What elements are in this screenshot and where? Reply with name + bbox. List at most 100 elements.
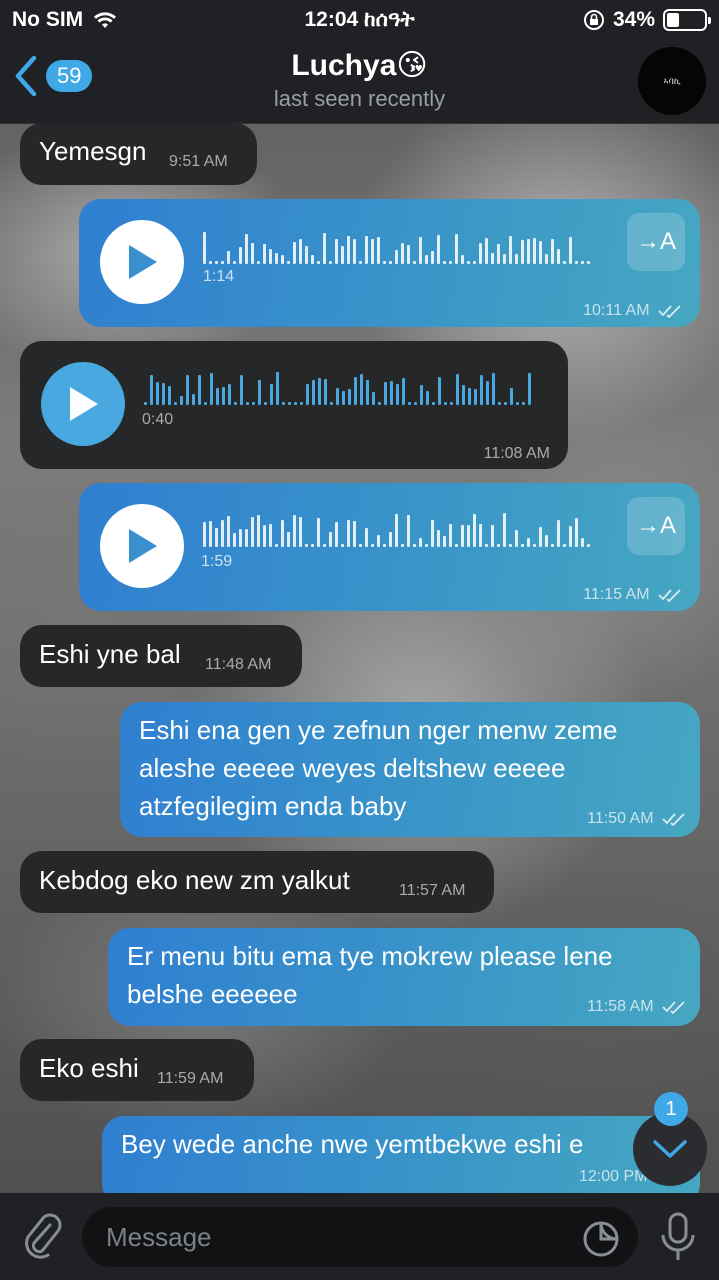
waveform-bar xyxy=(527,239,530,264)
waveform-bar xyxy=(282,402,285,405)
message-bubble-outgoing[interactable]: Er menu bitu ema tye mokrew please lene … xyxy=(108,928,700,1026)
transcribe-button[interactable]: →A xyxy=(627,497,685,555)
waveform-bar xyxy=(311,544,314,547)
waveform-bar xyxy=(449,261,452,264)
time-text: 11:15 AM xyxy=(583,586,650,603)
waveform-bar xyxy=(509,544,512,547)
message-text: Kebdog eko new zm yalkut xyxy=(39,865,350,895)
waveform-bar xyxy=(503,254,506,264)
waveform-bar xyxy=(485,544,488,547)
play-icon xyxy=(129,245,157,279)
message-time: 11:48 AM xyxy=(205,656,272,673)
message-bubble-incoming[interactable]: Eshi yne bal 11:48 AM xyxy=(20,625,302,687)
waveform-bar xyxy=(563,261,566,264)
waveform-bar xyxy=(198,375,201,405)
waveform-bar xyxy=(515,530,518,547)
waveform-bar xyxy=(341,544,344,547)
microphone-icon[interactable] xyxy=(658,1211,698,1263)
voice-waveform xyxy=(144,371,531,405)
waveform-bar xyxy=(450,402,453,405)
voice-message-outgoing[interactable]: 1:59 →A 11:15 AM xyxy=(79,483,700,611)
message-line: atzfegilegim enda baby xyxy=(139,791,407,821)
sticker-icon[interactable] xyxy=(582,1220,620,1258)
chat-title[interactable]: Luchya😘 xyxy=(0,48,719,83)
voice-message-incoming[interactable]: 0:40 11:08 AM xyxy=(20,341,568,469)
waveform-bar xyxy=(516,402,519,405)
waveform-bar xyxy=(473,514,476,547)
voice-waveform xyxy=(203,230,590,264)
waveform-bar xyxy=(234,402,237,405)
waveform-bar xyxy=(455,544,458,547)
play-icon xyxy=(70,387,98,421)
waveform-bar xyxy=(569,237,572,264)
voice-message-outgoing[interactable]: 1:14 →A 10:11 AM xyxy=(79,199,700,327)
waveform-bar xyxy=(449,524,452,547)
double-check-icon xyxy=(662,1001,685,1014)
waveform-bar xyxy=(462,385,465,405)
message-text: Eshi ena gen ye zefnun nger menw zeme al… xyxy=(139,711,617,825)
message-text: Bey wede anche nwe yemtbekwe eshi e xyxy=(121,1129,584,1159)
waveform-bar xyxy=(186,375,189,405)
message-time: 11:08 AM xyxy=(483,445,550,462)
clock: 12:04 ከሰዓት xyxy=(304,8,415,31)
waveform-bar xyxy=(533,544,536,547)
waveform-bar xyxy=(474,389,477,405)
message-line: aleshe eeeee weyes deltshew eeeee xyxy=(139,753,566,783)
transcribe-button[interactable]: →A xyxy=(627,213,685,271)
waveform-bar xyxy=(359,544,362,547)
message-input[interactable] xyxy=(82,1207,638,1267)
waveform-bar xyxy=(269,249,272,264)
waveform-bar xyxy=(492,373,495,405)
waveform-bar xyxy=(401,243,404,264)
waveform-bar xyxy=(395,514,398,547)
waveform-bar xyxy=(245,234,248,264)
waveform-bar xyxy=(581,538,584,547)
waveform-bar xyxy=(263,525,266,547)
waveform-bar xyxy=(491,525,494,547)
waveform-bar xyxy=(479,524,482,547)
message-bubble-incoming[interactable]: Kebdog eko new zm yalkut 11:57 AM xyxy=(20,851,494,913)
play-button[interactable] xyxy=(100,220,184,304)
waveform-bar xyxy=(299,517,302,547)
waveform-bar xyxy=(575,518,578,547)
waveform-bar xyxy=(527,538,530,547)
message-time: 10:11 AM xyxy=(583,302,684,320)
waveform-bar xyxy=(227,516,230,547)
waveform-bar xyxy=(408,402,411,405)
waveform-bar xyxy=(336,388,339,405)
waveform-bar xyxy=(461,255,464,264)
waveform-bar xyxy=(461,525,464,547)
waveform-bar xyxy=(293,515,296,547)
waveform-bar xyxy=(533,238,536,264)
avatar[interactable]: ኣባኪ xyxy=(637,46,707,116)
waveform-bar xyxy=(215,261,218,264)
waveform-bar xyxy=(407,245,410,264)
waveform-bar xyxy=(395,250,398,264)
message-time: 12:00 PM xyxy=(579,1168,648,1185)
message-bubble-outgoing[interactable]: Eshi ena gen ye zefnun nger menw zeme al… xyxy=(120,702,700,837)
transcribe-label: →A xyxy=(635,512,676,539)
waveform-bar xyxy=(239,529,242,547)
carrier-label: No SIM xyxy=(12,8,84,31)
waveform-bar xyxy=(366,380,369,405)
message-bubble-incoming[interactable]: Eko eshi 11:59 AM xyxy=(20,1039,254,1101)
waveform-bar xyxy=(263,244,266,264)
paperclip-icon[interactable] xyxy=(20,1211,64,1261)
message-bubble-incoming[interactable]: Yemesgn 9:51 AM xyxy=(20,123,257,185)
voice-duration: 0:40 xyxy=(142,411,174,428)
waveform-bar xyxy=(353,521,356,547)
chat-header: 59 Luchya😘 last seen recently ኣባኪ xyxy=(0,40,719,124)
waveform-bar xyxy=(329,532,332,547)
waveform-bar xyxy=(330,402,333,405)
double-check-icon xyxy=(662,813,685,826)
play-button[interactable] xyxy=(100,504,184,588)
waveform-bar xyxy=(329,261,332,264)
message-line: Er menu bitu ema tye mokrew please lene xyxy=(127,941,613,971)
waveform-bar xyxy=(371,239,374,264)
waveform-bar xyxy=(378,402,381,405)
waveform-bar xyxy=(384,382,387,405)
waveform-bar xyxy=(348,389,351,405)
waveform-bar xyxy=(402,378,405,405)
play-button[interactable] xyxy=(41,362,125,446)
waveform-bar xyxy=(425,544,428,547)
